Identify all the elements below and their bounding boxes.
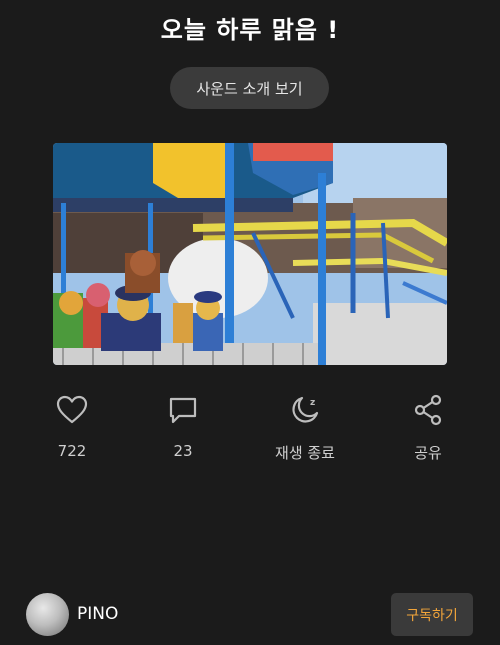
screen: 오늘 하루 맑음 ! 사운드 소개 보기 722 23 z 재생 종료 공유 P… xyxy=(0,0,500,645)
sleep-timer-label: 재생 종료 xyxy=(275,444,335,462)
share-icon xyxy=(410,392,446,428)
sound-intro-button[interactable]: 사운드 소개 보기 xyxy=(170,67,329,109)
svg-text:z: z xyxy=(310,398,315,408)
moon-icon: z xyxy=(287,392,323,428)
avatar[interactable] xyxy=(26,593,69,636)
comment-icon xyxy=(165,392,201,428)
action-bar: 722 23 z 재생 종료 공유 xyxy=(0,392,500,472)
post-footer: PINO 구독하기 xyxy=(0,590,500,640)
share-label: 공유 xyxy=(414,444,442,462)
page-title: 오늘 하루 맑음 ! xyxy=(160,16,340,44)
comment-count: 23 xyxy=(173,442,193,460)
heart-icon xyxy=(54,392,90,428)
like-count: 722 xyxy=(57,442,87,460)
subscribe-button[interactable]: 구독하기 xyxy=(391,593,473,636)
sleep-timer-button[interactable]: z 재생 종료 xyxy=(260,392,350,463)
like-button[interactable]: 722 xyxy=(27,392,117,460)
post-photo[interactable] xyxy=(53,143,447,365)
comment-button[interactable]: 23 xyxy=(138,392,228,460)
username[interactable]: PINO xyxy=(77,604,118,624)
share-button[interactable]: 공유 xyxy=(383,392,473,463)
amusement-park-photo xyxy=(53,143,447,365)
